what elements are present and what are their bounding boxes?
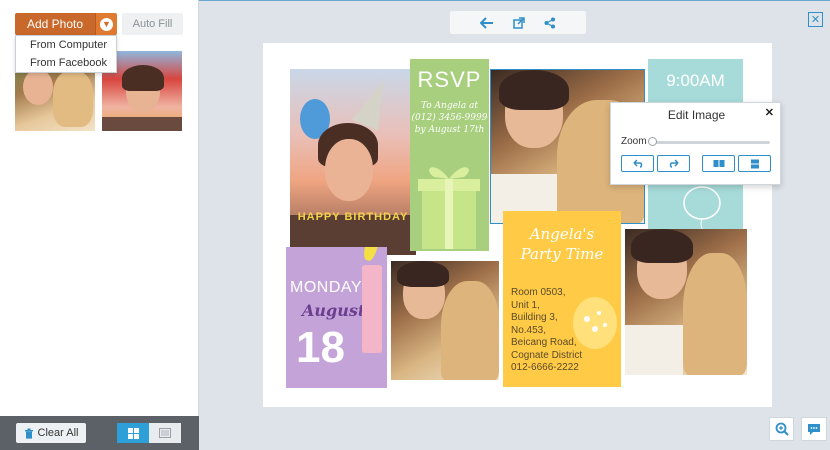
- event-month: August: [302, 301, 366, 320]
- chat-button[interactable]: [801, 417, 827, 441]
- menu-item-from-facebook[interactable]: From Facebook: [16, 54, 116, 72]
- flip-vertical-button[interactable]: [738, 155, 771, 172]
- photo-panel: Add Photo ▼ Auto Fill From Computer From…: [0, 0, 199, 450]
- party-title-2: Party Time: [520, 245, 604, 263]
- add-photo-button[interactable]: Add Photo ▼: [15, 13, 117, 35]
- balloon-icon: [683, 186, 721, 231]
- zoom-in-button[interactable]: [769, 417, 794, 441]
- zoom-label: Zoom: [621, 136, 647, 147]
- add-photo-label[interactable]: Add Photo: [15, 13, 95, 35]
- close-icon[interactable]: ✕: [808, 12, 823, 27]
- top-toolbar: [450, 11, 586, 34]
- grid-view-button[interactable]: [117, 423, 149, 443]
- single-view-icon: [159, 428, 171, 438]
- magnifier-plus-icon: [775, 422, 789, 436]
- photo-slot-dog-2[interactable]: [391, 261, 499, 380]
- rotate-right-icon: [669, 159, 679, 168]
- clear-all-label: Clear All: [37, 427, 79, 439]
- add-photo-dropdown-toggle[interactable]: ▼: [95, 13, 117, 35]
- single-view-button[interactable]: [149, 423, 181, 443]
- flip-vertical-icon: [750, 159, 759, 168]
- party-details-card[interactable]: Angela's Party Time Room 0503, Unit 1, B…: [503, 211, 621, 387]
- candle-icon: [362, 265, 382, 353]
- rsvp-line-1: To Angela at: [420, 101, 479, 111]
- gift-icon: [418, 167, 480, 249]
- menu-item-from-computer[interactable]: From Computer: [16, 36, 116, 54]
- event-time: 9:00AM: [666, 71, 725, 90]
- event-date: 18: [296, 323, 345, 372]
- birthday-candles-text: HAPPY BIRTHDAY: [297, 211, 409, 223]
- rotate-left-button[interactable]: [621, 155, 654, 172]
- rsvp-line-2: (012) 3456-9999: [411, 113, 488, 123]
- rotate-right-button[interactable]: [657, 155, 690, 172]
- photo-slot-dog-3[interactable]: [625, 229, 747, 375]
- rsvp-card[interactable]: RSVP To Angela at (012) 3456-9999 by Aug…: [410, 59, 489, 251]
- panel-bottom-bar: Clear All: [0, 416, 199, 450]
- auto-fill-button[interactable]: Auto Fill: [122, 13, 183, 35]
- grid-icon: [127, 427, 139, 439]
- flip-horizontal-button[interactable]: [702, 155, 735, 172]
- close-icon[interactable]: ✕: [765, 106, 774, 119]
- address-line: 012-6666-2222: [511, 362, 579, 373]
- add-photo-menu: From Computer From Facebook: [15, 35, 117, 73]
- edit-image-popup: Edit Image ✕ Zoom: [610, 102, 781, 185]
- party-title-1: Angela's: [529, 225, 595, 243]
- confetti-balloon-icon: [573, 297, 617, 349]
- date-card[interactable]: MONDAY August 18: [286, 247, 387, 388]
- share-icon[interactable]: [544, 17, 556, 29]
- trash-icon: [24, 428, 33, 439]
- zoom-slider-handle[interactable]: [648, 137, 657, 146]
- photo-slot-party[interactable]: HAPPY BIRTHDAY: [290, 69, 416, 255]
- chevron-down-icon: ▼: [100, 17, 113, 31]
- edit-image-title: Edit Image: [667, 108, 726, 122]
- open-external-icon[interactable]: [513, 16, 525, 29]
- rsvp-line-3: by August 17th: [414, 125, 485, 135]
- collage-canvas: HAPPY BIRTHDAY RSVP To Angela at (012) 3…: [263, 43, 772, 407]
- flip-horizontal-icon: [713, 160, 724, 167]
- rsvp-title: RSVP: [417, 67, 482, 92]
- event-day: MONDAY: [290, 279, 363, 296]
- rotate-left-icon: [632, 159, 642, 168]
- zoom-slider[interactable]: [652, 141, 770, 144]
- chat-bubble-icon: [808, 423, 820, 435]
- back-arrow-icon[interactable]: [479, 16, 494, 29]
- clear-all-button[interactable]: Clear All: [16, 423, 86, 443]
